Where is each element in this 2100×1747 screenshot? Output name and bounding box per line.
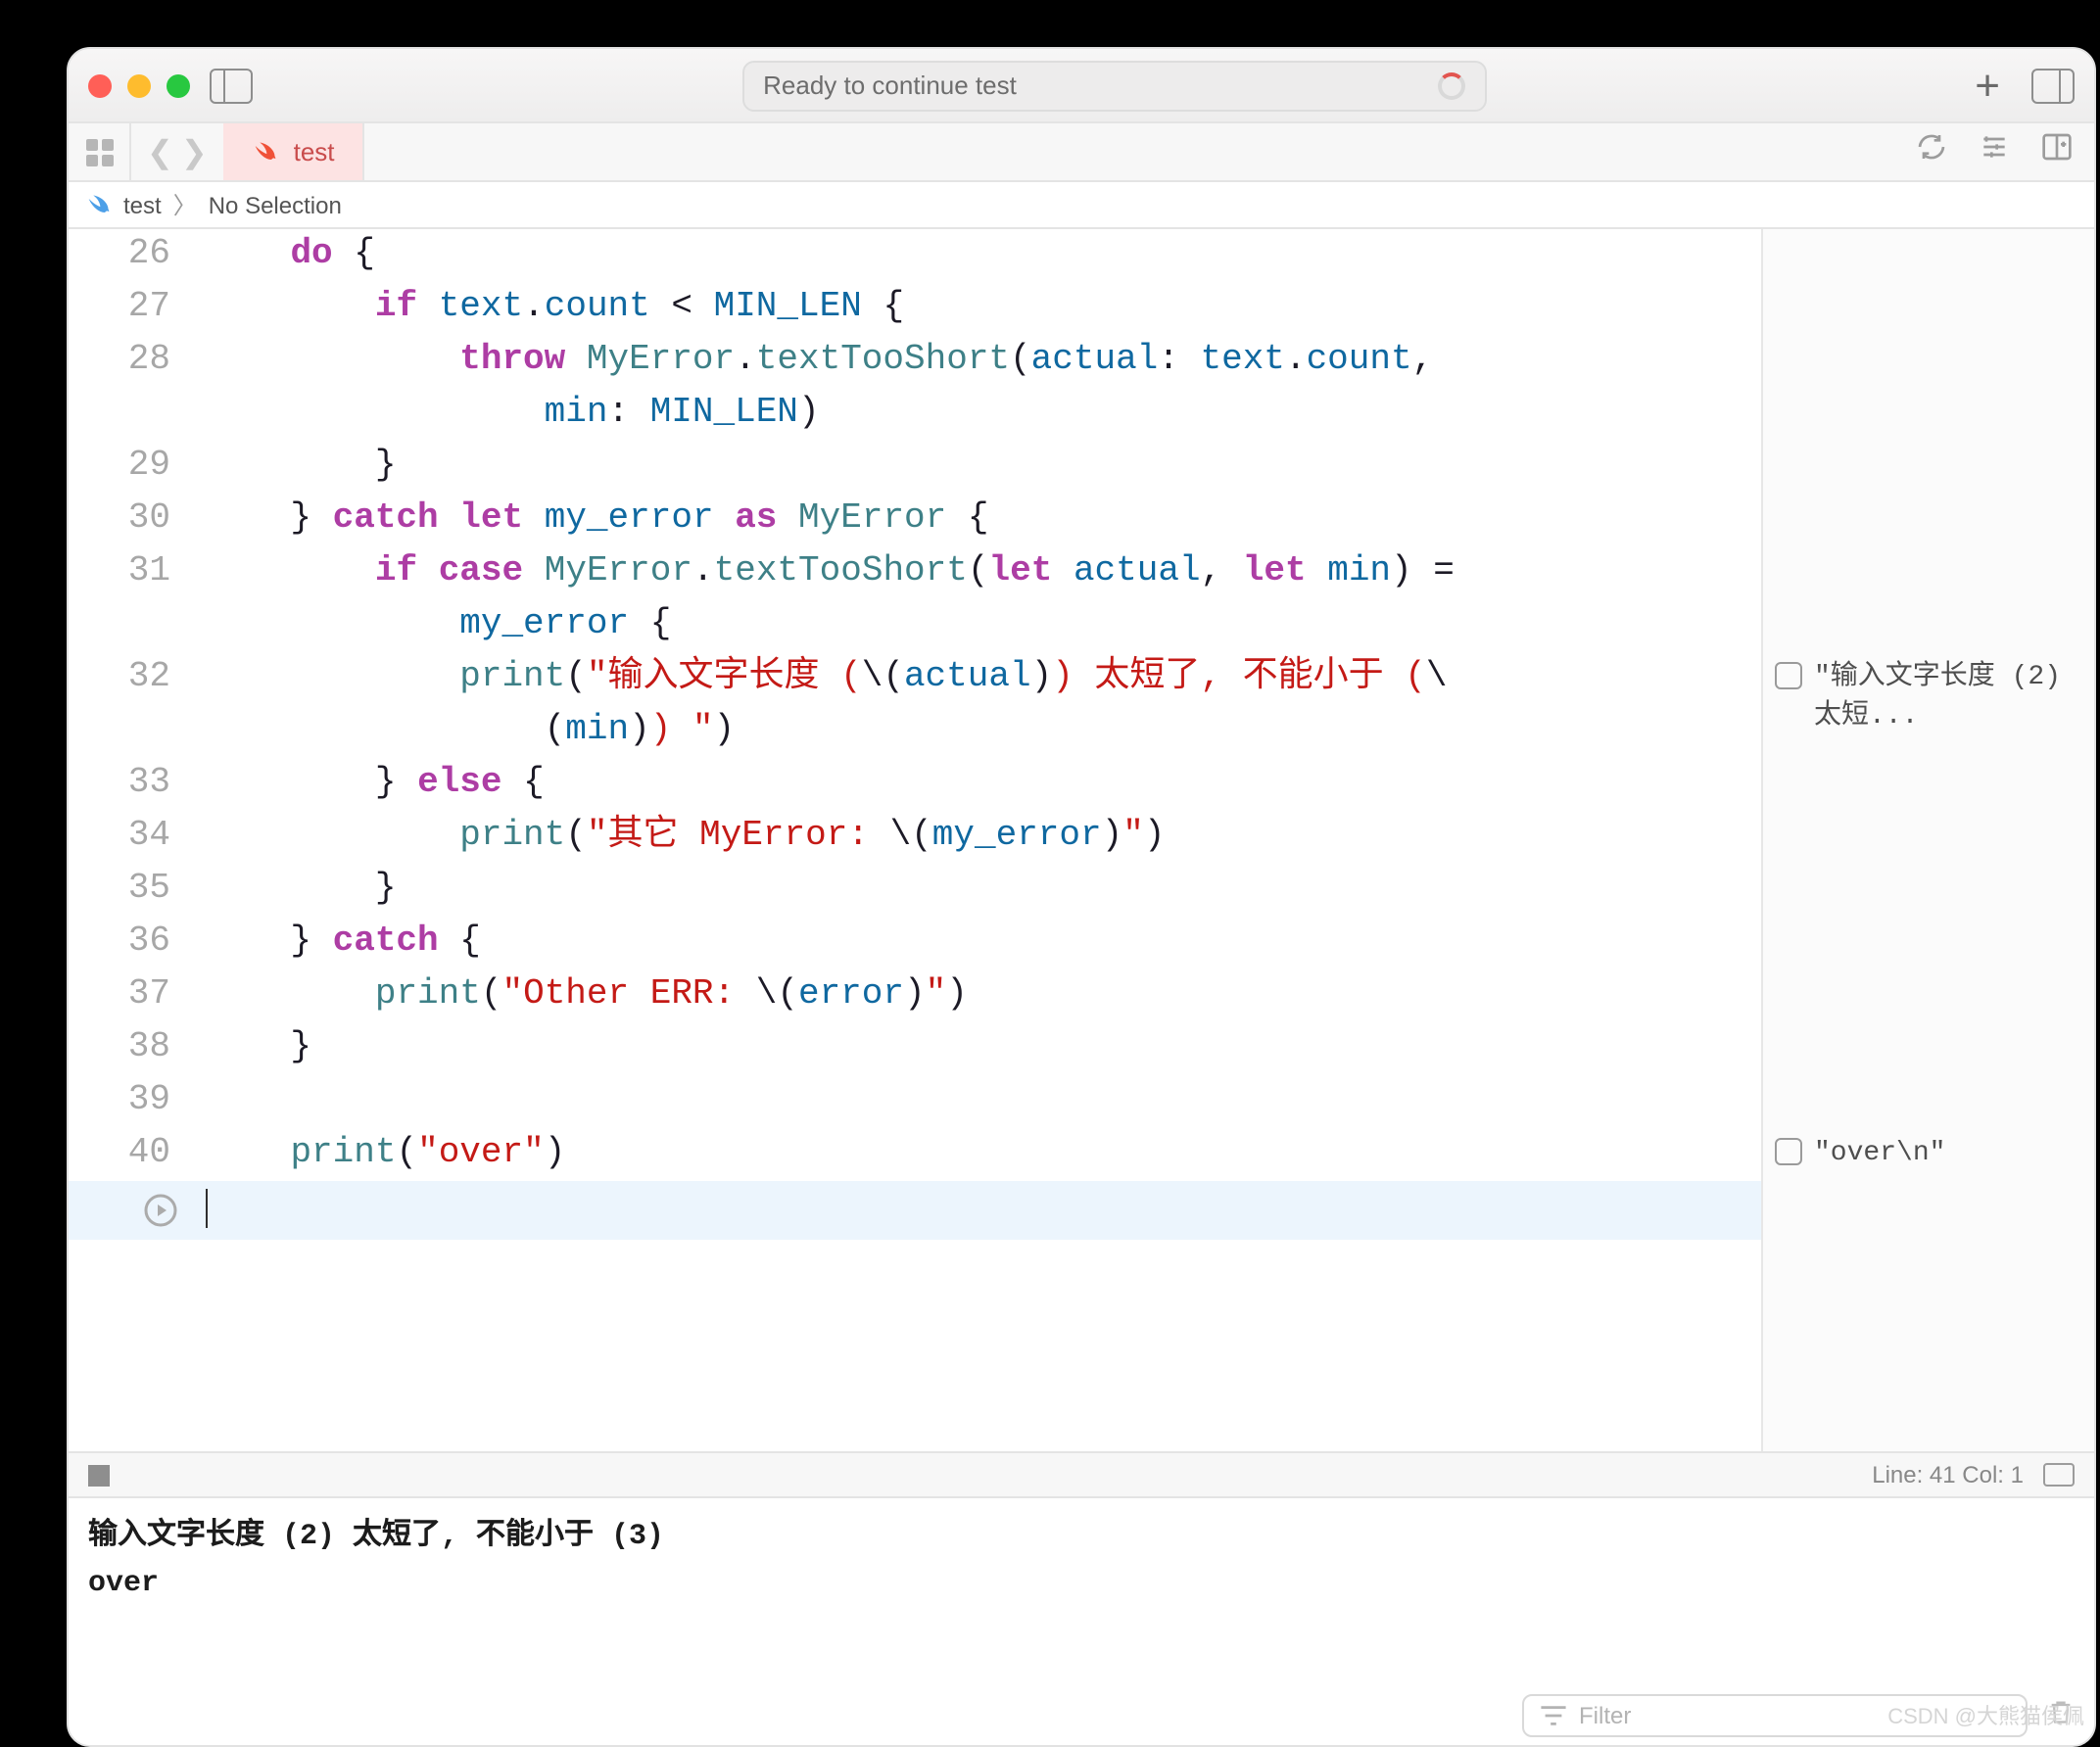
toggle-debug-area-icon[interactable] bbox=[2043, 1463, 2075, 1487]
console: 输入文字长度 (2) 太短了, 不能小于 (3)over Filter bbox=[69, 1498, 2094, 1745]
run-button[interactable] bbox=[69, 1181, 206, 1240]
line-number: 30 bbox=[69, 494, 206, 546]
tab-test[interactable]: test bbox=[223, 123, 364, 180]
nav-back-button[interactable]: ❮ bbox=[147, 132, 173, 171]
line-number bbox=[69, 705, 206, 758]
swift-file-icon bbox=[251, 138, 278, 165]
result-annotation[interactable]: "over\n" bbox=[1763, 1128, 2094, 1179]
activity-bar[interactable]: Ready to continue test bbox=[741, 60, 1486, 111]
line-number: 32 bbox=[69, 652, 206, 705]
code-line[interactable]: 31 if case MyError.textTooShort(let actu… bbox=[69, 546, 1761, 599]
result-text: "over\n" bbox=[1814, 1134, 1945, 1173]
breadcrumb-file: test bbox=[123, 191, 162, 218]
code-line[interactable]: my_error { bbox=[69, 599, 1761, 652]
result-annotation[interactable]: "输入文字长度 (2) 太短... bbox=[1763, 652, 2094, 742]
code-line[interactable]: 40 print("over") bbox=[69, 1128, 1761, 1181]
code-line[interactable]: 39 bbox=[69, 1075, 1761, 1128]
loading-spinner-icon bbox=[1437, 71, 1464, 99]
sidebar-toggle-icon[interactable] bbox=[210, 68, 253, 103]
code-line[interactable]: min: MIN_LEN) bbox=[69, 388, 1761, 441]
line-number: 31 bbox=[69, 546, 206, 599]
code-line[interactable]: 36 } catch { bbox=[69, 917, 1761, 969]
line-number: 37 bbox=[69, 969, 206, 1022]
code-line[interactable]: 26 do { bbox=[69, 229, 1761, 282]
result-sidebar: "输入文字长度 (2) 太短... "over\n" bbox=[1761, 229, 2094, 1451]
filter-icon bbox=[1540, 1701, 1567, 1730]
breadcrumb[interactable]: test 〉 No Selection bbox=[69, 182, 2094, 229]
console-line: over bbox=[88, 1561, 2075, 1608]
console-line: 输入文字长度 (2) 太短了, 不能小于 (3) bbox=[88, 1514, 2075, 1561]
code-line[interactable]: 34 print("其它 MyError: \(my_error)") bbox=[69, 811, 1761, 864]
current-line[interactable] bbox=[69, 1181, 1761, 1240]
code-line[interactable]: 32 print("输入文字长度 (\(actual)) 太短了, 不能小于 (… bbox=[69, 652, 1761, 705]
titlebar: Ready to continue test + bbox=[69, 49, 2094, 123]
close-window-button[interactable] bbox=[88, 73, 112, 97]
code-line[interactable]: 38 } bbox=[69, 1022, 1761, 1075]
line-number: 27 bbox=[69, 282, 206, 335]
cursor-position: Line: 41 Col: 1 bbox=[1872, 1461, 2024, 1488]
line-number: 34 bbox=[69, 811, 206, 864]
code-editor[interactable]: 26 do {27 if text.count < MIN_LEN {28 th… bbox=[69, 229, 1761, 1451]
line-number bbox=[69, 599, 206, 652]
activity-status: Ready to continue test bbox=[763, 71, 1017, 100]
code-line[interactable]: 27 if text.count < MIN_LEN { bbox=[69, 282, 1761, 335]
adjust-editor-icon[interactable] bbox=[1977, 131, 2012, 172]
code-line[interactable]: 35 } bbox=[69, 864, 1761, 917]
attribution: CSDN @大熊猫侯佩 bbox=[1887, 1700, 2084, 1731]
line-number bbox=[69, 388, 206, 441]
filter-placeholder: Filter bbox=[1579, 1702, 1631, 1729]
line-number: 35 bbox=[69, 864, 206, 917]
result-text: "输入文字长度 (2) 太短... bbox=[1814, 658, 2078, 736]
code-line[interactable]: (min)) ") bbox=[69, 705, 1761, 758]
minimize-window-button[interactable] bbox=[127, 73, 151, 97]
tab-bar: ❮ ❯ test bbox=[69, 123, 2094, 182]
line-number: 38 bbox=[69, 1022, 206, 1075]
line-number: 28 bbox=[69, 335, 206, 388]
inspector-toggle-icon[interactable] bbox=[2031, 68, 2075, 103]
related-items-button[interactable] bbox=[69, 123, 131, 180]
add-editor-icon[interactable] bbox=[2039, 131, 2075, 172]
stop-button[interactable] bbox=[88, 1464, 110, 1486]
sync-icon[interactable] bbox=[1914, 131, 1949, 172]
console-output: 输入文字长度 (2) 太短了, 不能小于 (3)over bbox=[88, 1514, 2075, 1608]
xcode-window: Ready to continue test + ❮ ❯ test bbox=[67, 47, 2096, 1747]
line-number: 36 bbox=[69, 917, 206, 969]
line-number: 29 bbox=[69, 441, 206, 494]
quicklook-icon[interactable] bbox=[1775, 662, 1802, 689]
line-number: 39 bbox=[69, 1075, 206, 1128]
nav-forward-button[interactable]: ❯ bbox=[181, 132, 208, 171]
code-line[interactable]: 30 } catch let my_error as MyError { bbox=[69, 494, 1761, 546]
swift-file-icon bbox=[84, 191, 112, 218]
debug-status-bar: Line: 41 Col: 1 bbox=[69, 1451, 2094, 1498]
code-line[interactable]: 28 throw MyError.textTooShort(actual: te… bbox=[69, 335, 1761, 388]
quicklook-icon[interactable] bbox=[1775, 1138, 1802, 1165]
breadcrumb-selection: No Selection bbox=[209, 191, 342, 218]
line-number: 33 bbox=[69, 758, 206, 811]
zoom-window-button[interactable] bbox=[167, 73, 190, 97]
tab-label: test bbox=[294, 137, 335, 166]
breadcrumb-separator: 〉 bbox=[173, 188, 197, 221]
code-line[interactable]: 33 } else { bbox=[69, 758, 1761, 811]
line-number: 40 bbox=[69, 1128, 206, 1181]
traffic-lights bbox=[88, 73, 190, 97]
code-line[interactable]: 37 print("Other ERR: \(error)") bbox=[69, 969, 1761, 1022]
add-tab-button[interactable]: + bbox=[1975, 60, 2012, 111]
code-line[interactable]: 29 } bbox=[69, 441, 1761, 494]
line-number: 26 bbox=[69, 229, 206, 282]
